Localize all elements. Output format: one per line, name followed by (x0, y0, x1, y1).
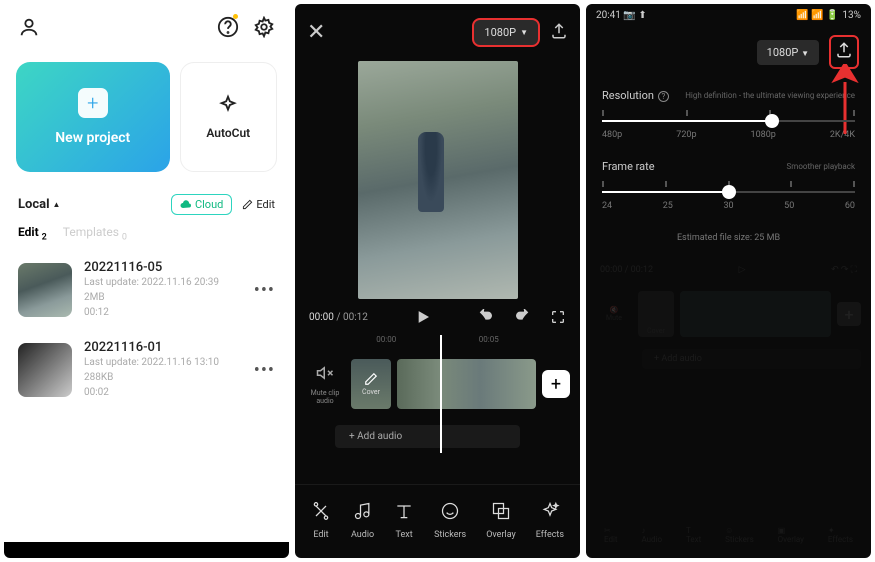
edit-button[interactable]: Edit (242, 194, 275, 215)
estimated-size: Estimated file size: 25 MB (586, 219, 871, 257)
autocut-label: AutoCut (206, 126, 250, 140)
undo-icon[interactable] (478, 309, 494, 325)
project-item[interactable]: 20221116-01 Last update: 2022.11.16 13:1… (4, 330, 289, 410)
caret-down-icon: ▼ (520, 28, 528, 37)
close-icon[interactable]: ✕ (307, 20, 325, 45)
phone-export-settings: 20:41 📷 ⬆ 📶 📶 🔋 13% 1080P ▼ Resolution? … (586, 4, 871, 558)
project-title: 20221116-05 (84, 260, 242, 275)
resolution-button[interactable]: 1080P ▼ (472, 18, 540, 47)
tool-text[interactable]: Text (394, 501, 414, 540)
cloud-icon (180, 200, 192, 210)
tool-overlay[interactable]: Overlay (486, 501, 516, 540)
dimmed-background: 00:00 / 00:12▷↶ ↷ ⛶ 🔇Mute Cover + + Add … (586, 257, 871, 558)
autocut-button[interactable]: AutoCut (180, 62, 277, 172)
phone-editor: ✕ 1080P ▼ 00:00 / 00:12 00:00 00:05 (295, 4, 580, 558)
timeline-clip[interactable] (397, 359, 536, 409)
project-meta: Last update: 2022.11.16 20:39 2MB 00:12 (84, 275, 242, 320)
resolution-slider[interactable] (602, 120, 855, 122)
time-display: 00:00 / 00:12 (309, 312, 368, 323)
tool-effects[interactable]: Effects (536, 501, 564, 540)
notification-dot (233, 14, 238, 19)
tab-edit[interactable]: Edit 2 (18, 225, 47, 242)
more-icon[interactable]: ••• (254, 360, 275, 381)
more-icon[interactable]: ••• (254, 280, 275, 301)
new-project-label: New project (55, 130, 130, 146)
bottom-nav (4, 542, 289, 558)
profile-icon[interactable] (18, 16, 40, 42)
slider-thumb[interactable] (722, 185, 736, 199)
plus-icon: + (78, 88, 108, 118)
project-thumbnail (18, 343, 72, 397)
info-icon[interactable]: ? (658, 91, 669, 102)
video-preview[interactable] (358, 61, 518, 299)
timeline-ruler: 00:00 00:05 (295, 335, 580, 351)
cloud-button[interactable]: Cloud (171, 194, 232, 215)
resolution-setting: Resolution? High definition - the ultima… (586, 77, 871, 148)
framerate-slider[interactable] (602, 191, 855, 193)
project-item[interactable]: 20221116-05 Last update: 2022.11.16 20:3… (4, 250, 289, 330)
help-icon[interactable] (217, 16, 239, 42)
mute-clip-button[interactable]: Mute clip audio (305, 364, 345, 405)
bottom-toolbar: Edit Audio Text Stickers Overlay Effects (295, 484, 580, 558)
export-button[interactable] (550, 22, 568, 44)
phone-home: + New project AutoCut Local▲ Cloud Edit … (4, 4, 289, 558)
play-icon[interactable] (415, 309, 431, 325)
timeline[interactable]: Mute clip audio Cover + (295, 351, 580, 417)
status-bar: 20:41 📷 ⬆ 📶 📶 🔋 13% (586, 4, 871, 27)
home-topbar (4, 4, 289, 50)
cover-button[interactable]: Cover (351, 359, 391, 409)
project-meta: Last update: 2022.11.16 13:10 288KB 00:0… (84, 355, 242, 400)
slider-thumb[interactable] (765, 114, 779, 128)
local-dropdown[interactable]: Local▲ (18, 197, 60, 212)
tool-audio[interactable]: Audio (351, 501, 374, 540)
tab-templates[interactable]: Templates 0 (63, 225, 127, 242)
pencil-icon (242, 199, 253, 210)
project-thumbnail (18, 263, 72, 317)
playhead[interactable] (440, 335, 442, 453)
new-project-button[interactable]: + New project (16, 62, 170, 172)
tool-stickers[interactable]: Stickers (434, 501, 466, 540)
fullscreen-icon[interactable] (550, 309, 566, 325)
resolution-button[interactable]: 1080P ▼ (757, 40, 819, 65)
add-clip-button[interactable]: + (542, 370, 570, 398)
caret-up-icon: ▲ (53, 200, 61, 209)
sparkle-icon (217, 94, 239, 116)
add-audio-button[interactable]: + Add audio (335, 425, 520, 448)
framerate-setting: Frame rate Smoother playback 24 25 30 50… (586, 148, 871, 219)
settings-icon[interactable] (253, 16, 275, 42)
redo-icon[interactable] (514, 309, 530, 325)
tool-edit[interactable]: Edit (311, 501, 331, 540)
project-title: 20221116-01 (84, 340, 242, 355)
